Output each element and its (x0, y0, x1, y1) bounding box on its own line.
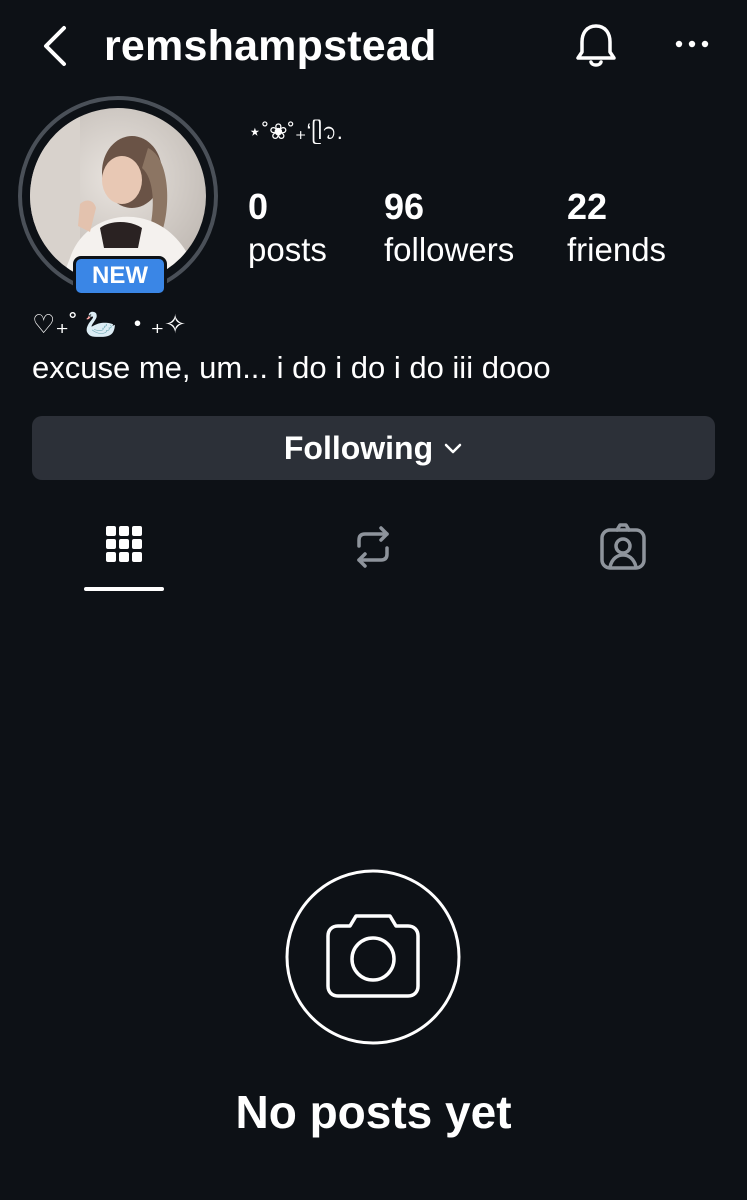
tab-reposts[interactable] (333, 520, 413, 592)
more-horizontal-icon (675, 40, 709, 48)
camera-icon (285, 869, 461, 1045)
notifications-button[interactable] (572, 20, 620, 70)
stat-followers[interactable]: 96 followers (384, 186, 514, 272)
chevron-left-icon (44, 26, 66, 66)
following-button-label: Following (283, 429, 434, 466)
new-badge: NEW (73, 256, 167, 296)
stat-friends-value: 22 (567, 186, 608, 227)
tab-tagged[interactable] (583, 520, 663, 592)
following-button[interactable]: Following (32, 416, 715, 480)
empty-state-title: No posts yet (235, 1086, 512, 1138)
bio-emoji-line: ♡₊˚ 🦢 ・₊✧ (32, 309, 187, 339)
stat-posts-value: 0 (248, 186, 269, 227)
more-options-button[interactable] (672, 28, 712, 60)
stat-friends-label: friends (567, 231, 667, 268)
stat-friends[interactable]: 22 friends (567, 186, 666, 272)
stat-posts[interactable]: 0 posts (248, 186, 327, 272)
profile-nickname: ⋆˚❀˚₊‘ᥫ᭡. (248, 119, 343, 144)
empty-state-camera (284, 868, 462, 1046)
stat-posts-label: posts (248, 231, 327, 268)
bio-text: excuse me, um... i do i do i do iii dooo (32, 350, 551, 385)
repost-icon (357, 526, 389, 568)
active-tab-indicator (84, 587, 164, 591)
profile-username: remshampstead (104, 22, 437, 70)
bell-icon (576, 24, 616, 67)
stat-followers-label: followers (384, 231, 515, 268)
back-button[interactable] (34, 22, 78, 70)
tagged-icon (600, 523, 646, 570)
stat-followers-value: 96 (384, 186, 425, 227)
tab-posts-grid[interactable] (84, 520, 164, 592)
grid-icon (106, 526, 142, 562)
chevron-down-icon (444, 443, 462, 454)
top-bar: remshampstead (0, 0, 747, 92)
